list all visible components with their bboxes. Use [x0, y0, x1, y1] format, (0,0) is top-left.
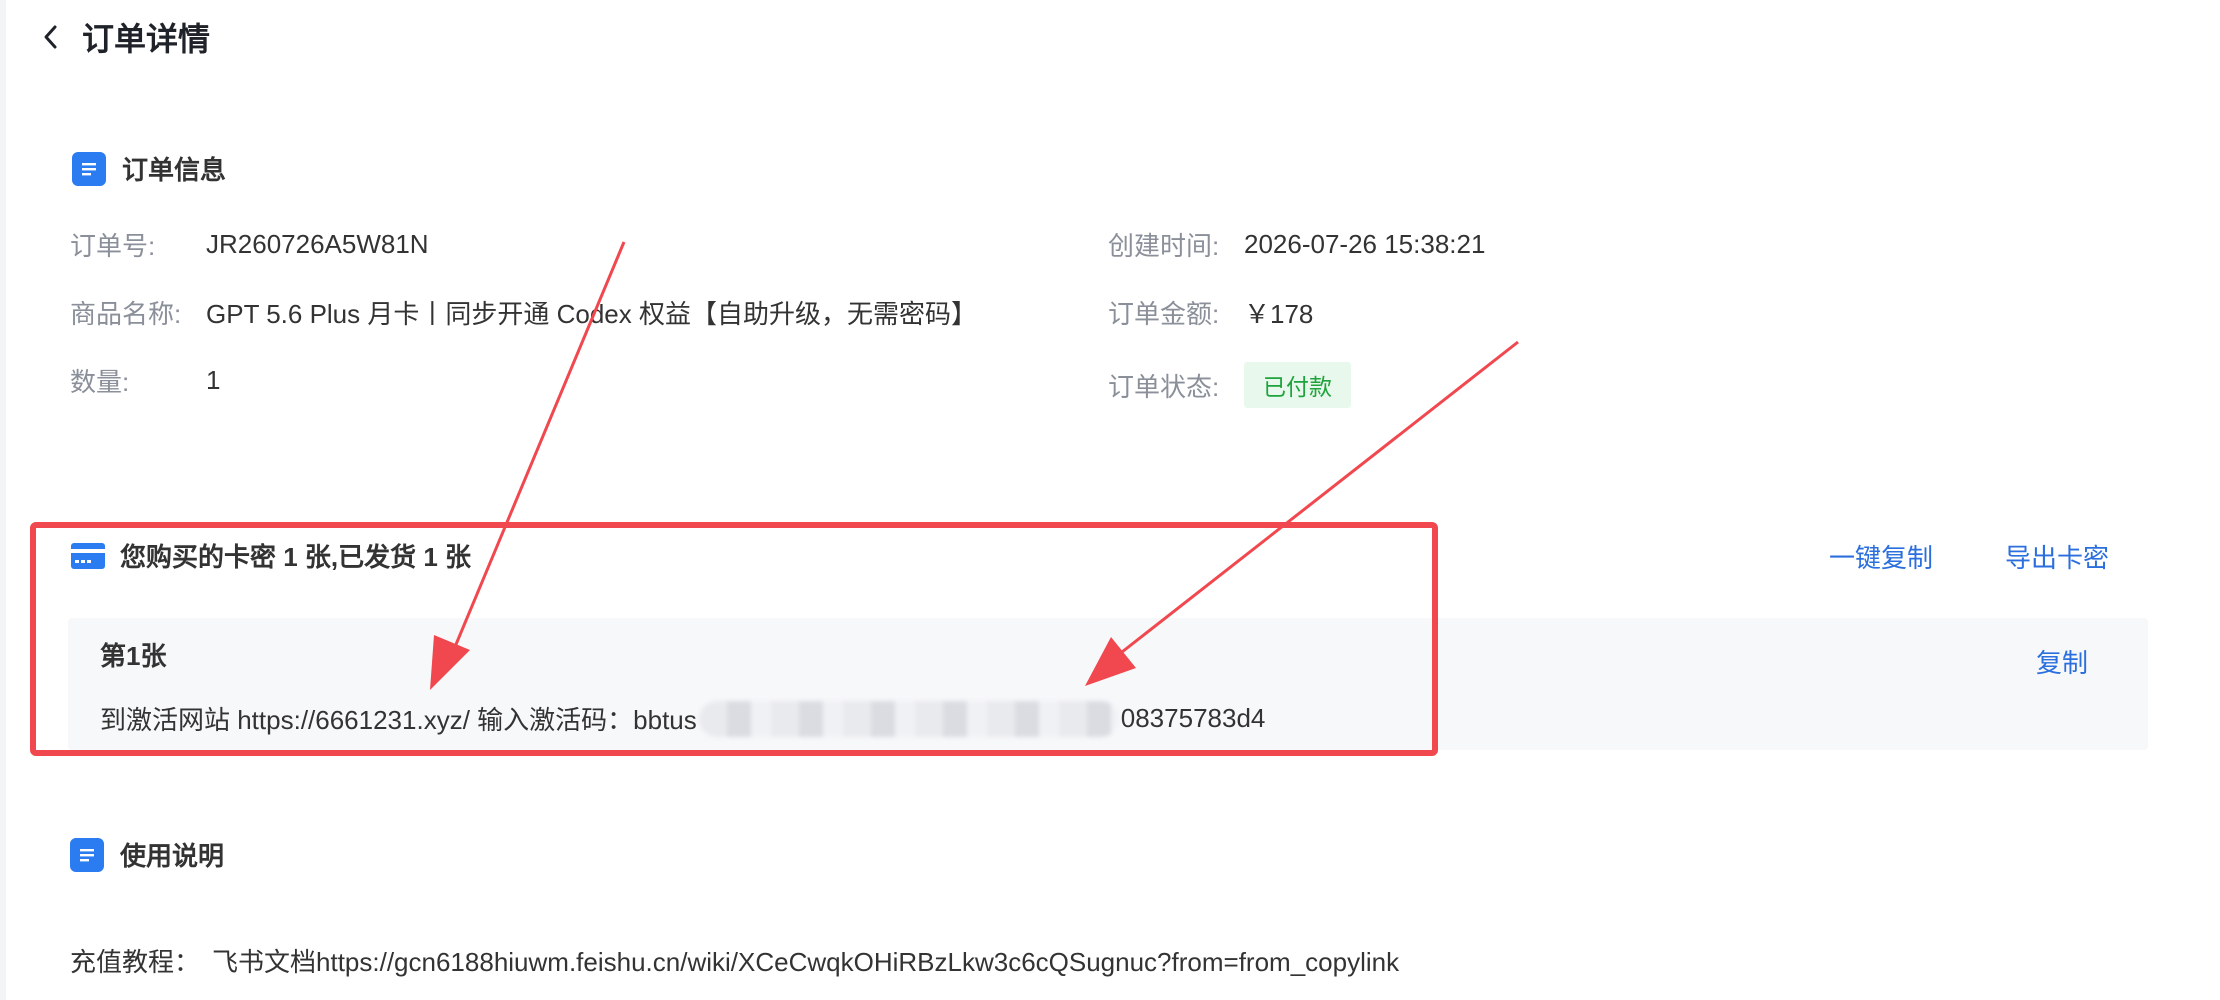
copy-all-button[interactable]: 一键复制 [1829, 538, 1933, 575]
product-label: 商品名称: [70, 299, 182, 329]
status-row: 订单状态: 已付款 [1108, 362, 1351, 408]
quantity-row: 数量: 1 [70, 362, 220, 399]
tutorial-text[interactable]: 飞书文档https://gcn6188hiuwm.feishu.cn/wiki/… [212, 947, 1399, 977]
status-badge: 已付款 [1244, 362, 1351, 408]
created-row: 创建时间: 2026-07-26 15:38:21 [1108, 226, 1485, 263]
card-text-prefix: 到激活网站 https://6661231.xyz/ 输入激活码：bbtus [100, 705, 697, 735]
blurred-activation-code [698, 700, 1119, 737]
quantity-value: 1 [206, 365, 221, 395]
order-info-title: 订单信息 [122, 155, 227, 185]
card-text-suffix: 08375783d4 [1120, 703, 1266, 733]
page-header: 订单详情 [40, 12, 210, 62]
order-no-row: 订单号: JR260726A5W81N [70, 226, 429, 263]
amount-label: 订单金额: [1108, 299, 1220, 329]
document-list-icon [72, 151, 106, 186]
order-info-heading: 订单信息 [72, 150, 226, 187]
usage-heading: 使用说明 [70, 836, 224, 873]
tutorial-row: 充值教程： 飞书文档https://gcn6188hiuwm.feishu.cn/… [70, 942, 1399, 979]
copy-card-button[interactable]: 复制 [2036, 643, 2088, 680]
status-label: 订单状态: [1108, 371, 1220, 402]
card-item-title: 第1张 [100, 641, 167, 671]
document-list-icon [70, 837, 104, 872]
order-detail-page: 订单详情 订单信息 订单号: JR260726A5W81N 商品名称: GPT … [0, 0, 2220, 1000]
page-title: 订单详情 [82, 21, 211, 57]
credit-card-icon [70, 539, 106, 573]
tutorial-label: 充值教程： [70, 947, 201, 977]
quantity-label: 数量: [70, 367, 130, 397]
order-no-label: 订单号: [70, 231, 156, 261]
product-row: 商品名称: GPT 5.6 Plus 月卡丨同步开通 Codex 权益【自助升级… [70, 294, 977, 331]
cards-heading: 您购买的卡密 1 张,已发货 1 张 [70, 537, 471, 574]
product-value: GPT 5.6 Plus 月卡丨同步开通 Codex 权益【自助升级，无需密码】 [206, 299, 977, 329]
order-no-value: JR260726A5W81N [206, 229, 429, 259]
chevron-left-icon[interactable] [40, 22, 62, 52]
card-item-content: 到激活网站 https://6661231.xyz/ 输入激活码：bbtus 0… [100, 700, 1265, 737]
annotation-overlay [30, 241, 1519, 756]
created-label: 创建时间: [1108, 231, 1220, 261]
left-edge [0, 0, 6, 1000]
cards-title: 您购买的卡密 1 张,已发货 1 张 [120, 542, 472, 572]
amount-row: 订单金额: ￥178 [1108, 294, 1313, 331]
created-value: 2026-07-26 15:38:21 [1244, 229, 1486, 259]
usage-title: 使用说明 [120, 841, 225, 871]
amount-value: ￥178 [1244, 299, 1314, 329]
export-cards-button[interactable]: 导出卡密 [2005, 538, 2109, 575]
